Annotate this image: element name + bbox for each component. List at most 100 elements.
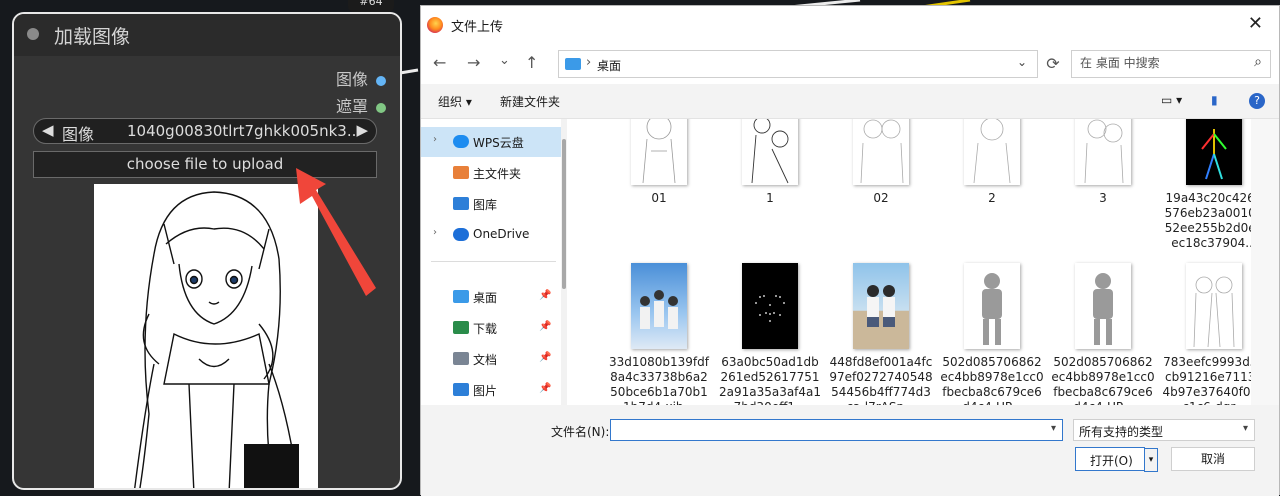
- search-box[interactable]: ⌕: [1071, 50, 1271, 78]
- download-icon: [453, 321, 469, 334]
- file-item[interactable]: 33d1080b139fdf8a4c33738b6a250bce6b1a70b1…: [605, 263, 713, 405]
- file-item[interactable]: 502d085706862ec4bb8978e1cc0fbecba8c679ce…: [1049, 263, 1157, 405]
- node-title: 加载图像: [54, 26, 131, 48]
- pin-icon: 📌: [539, 290, 552, 301]
- output-mask-label: 遮罩: [335, 97, 368, 116]
- sidebar-item-home[interactable]: 主文件夹: [421, 158, 561, 188]
- file-item[interactable]: 448fd8ef001a4fc97ef027274054854456b4ff77…: [827, 263, 935, 405]
- file-name: 3: [1099, 191, 1107, 205]
- file-name: 448fd8ef001a4fc97ef027274054854456b4ff77…: [829, 355, 933, 405]
- file-item[interactable]: 63a0bc50ad1db261ed526177512a91a35a3af4a1…: [716, 263, 824, 405]
- combo-value: 1040g00830tlrt7ghkk005nk3...: [127, 122, 355, 140]
- filename-field[interactable]: ▾: [610, 419, 1063, 441]
- dialog-footer: 文件名(N): ▾ 所有支持的类型 ▾ 打开(O) ▾ 取消: [421, 406, 1279, 496]
- file-thumbnail: [853, 119, 909, 185]
- forward-icon[interactable]: →: [467, 53, 480, 72]
- sidebar-item-label: 图片: [473, 384, 498, 398]
- address-dropdown-icon[interactable]: ⌄: [1017, 55, 1027, 69]
- recent-locations-icon[interactable]: ⌄: [499, 53, 510, 68]
- expand-icon[interactable]: ›: [433, 227, 437, 238]
- up-icon[interactable]: ↑: [525, 53, 538, 72]
- combo-next-icon[interactable]: ▶: [356, 121, 368, 139]
- upload-button[interactable]: choose file to upload: [33, 151, 377, 178]
- file-type-value: 所有支持的类型: [1079, 425, 1164, 439]
- view-options-icon[interactable]: ▭ ▾: [1161, 93, 1182, 107]
- file-item[interactable]: 3: [1049, 119, 1157, 206]
- file-thumbnail: [631, 263, 687, 349]
- file-item[interactable]: 1: [716, 119, 824, 206]
- node-id-badge: #64: [348, 0, 394, 12]
- preview-pane-icon[interactable]: ▮: [1211, 93, 1218, 107]
- dialog-titlebar[interactable]: 文件上传 ✕: [421, 6, 1279, 44]
- sidebar-item-label: OneDrive: [473, 227, 530, 241]
- file-thumbnail: [1186, 119, 1242, 185]
- command-bar: 组织 ▾ 新建文件夹 ▭ ▾ ▮ ?: [421, 84, 1279, 119]
- address-bar[interactable]: › 桌面 ⌄: [558, 50, 1038, 78]
- file-thumbnail: [742, 119, 798, 185]
- chevron-down-icon[interactable]: ▾: [1243, 423, 1248, 434]
- sidebar-item-label: 主文件夹: [473, 167, 522, 181]
- sidebar-item-wps-cloud[interactable]: › WPS云盘: [421, 127, 561, 157]
- file-name: 783eefc9993d5ecb91216e7113b4b97e37640f0e…: [1162, 355, 1251, 405]
- sidebar-item-documents[interactable]: 文档 📌: [421, 344, 561, 374]
- picture-icon: [453, 383, 469, 396]
- anime-girl-illustration: [134, 191, 299, 488]
- image-combo[interactable]: ◀ 图像 1040g00830tlrt7ghkk005nk3... ▶: [33, 118, 377, 144]
- output-mask[interactable]: 遮罩: [336, 93, 386, 117]
- node-header[interactable]: 加载图像: [14, 14, 400, 56]
- file-item[interactable]: 502d085706862ec4bb8978e1cc0fbecba8c679ce…: [938, 263, 1046, 405]
- output-image-socket-icon[interactable]: [376, 75, 386, 86]
- file-thumbnail: [631, 119, 687, 185]
- search-input[interactable]: [1078, 55, 1242, 71]
- file-thumbnail: [853, 263, 909, 349]
- file-item[interactable]: 783eefc9993d5ecb91216e7113b4b97e37640f0e…: [1160, 263, 1251, 405]
- file-type-select[interactable]: 所有支持的类型 ▾: [1073, 419, 1255, 441]
- open-split-dropdown-icon[interactable]: ▾: [1144, 448, 1158, 472]
- gallery-icon: [453, 197, 469, 210]
- file-list-scrollbar[interactable]: [1251, 119, 1279, 405]
- sidebar-item-label: 下载: [473, 322, 498, 336]
- desktop-folder-icon: [565, 58, 581, 70]
- chevron-down-icon[interactable]: ▾: [1051, 423, 1056, 434]
- output-image[interactable]: 图像: [336, 66, 386, 90]
- combo-prev-icon[interactable]: ◀: [42, 121, 54, 139]
- sidebar-item-onedrive[interactable]: › OneDrive: [421, 220, 561, 250]
- file-name: 502d085706862ec4bb8978e1cc0fbecba8c679ce…: [940, 355, 1044, 405]
- combo-label: 图像: [62, 125, 95, 144]
- file-item[interactable]: 2: [938, 119, 1046, 206]
- collapse-dot-icon[interactable]: [27, 28, 39, 40]
- refresh-icon[interactable]: ⟳: [1039, 50, 1067, 78]
- load-image-node[interactable]: 加载图像 图像 遮罩 ◀ 图像 1040g00830tlrt7ghkk005nk…: [12, 12, 402, 490]
- file-name: 02: [873, 191, 889, 205]
- breadcrumb-desktop[interactable]: 桌面: [597, 57, 621, 74]
- sidebar-item-label: WPS云盘: [473, 136, 524, 150]
- organize-button[interactable]: 组织 ▾: [438, 93, 472, 110]
- file-thumbnail: [1075, 263, 1131, 349]
- close-icon[interactable]: ✕: [1248, 13, 1263, 34]
- help-icon[interactable]: ?: [1249, 93, 1265, 109]
- back-icon[interactable]: ←: [433, 53, 446, 72]
- sidebar-item-gallery[interactable]: 图库: [421, 189, 561, 219]
- sidebar-item-label: 图库: [473, 198, 498, 212]
- new-folder-button[interactable]: 新建文件夹: [500, 93, 560, 110]
- document-icon: [453, 352, 469, 365]
- search-icon[interactable]: ⌕: [1254, 54, 1262, 70]
- file-name: 33d1080b139fdf8a4c33738b6a250bce6b1a70b1…: [608, 355, 709, 405]
- filename-input[interactable]: [615, 422, 1039, 438]
- navigation-pane: › WPS云盘 主文件夹 图库 › OneDrive 桌面 📌 下载 📌 文档 …: [421, 119, 561, 405]
- scrollbar-thumb[interactable]: [562, 139, 566, 289]
- sidebar-item-pictures[interactable]: 图片 📌: [421, 375, 561, 405]
- output-mask-socket-icon[interactable]: [376, 102, 386, 113]
- file-name: 1: [766, 191, 774, 205]
- pin-icon: 📌: [539, 321, 552, 332]
- file-item[interactable]: 01: [605, 119, 713, 206]
- cancel-button[interactable]: 取消: [1171, 447, 1255, 471]
- sidebar-item-downloads[interactable]: 下载 📌: [421, 313, 561, 343]
- open-button[interactable]: 打开(O) ▾: [1075, 447, 1158, 472]
- file-item[interactable]: 02: [827, 119, 935, 206]
- sidebar-item-desktop[interactable]: 桌面 📌: [421, 282, 561, 312]
- file-upload-dialog[interactable]: 文件上传 ✕ ← → ⌄ ↑ › 桌面 ⌄ ⟳ ⌕ 组织 ▾ 新建文件夹 ▭ ▾…: [420, 5, 1280, 496]
- expand-icon[interactable]: ›: [433, 134, 437, 145]
- file-item[interactable]: 19a43c20c4266576eb23a0010052ee255b2d0e7e…: [1160, 119, 1251, 251]
- home-icon: [453, 166, 469, 179]
